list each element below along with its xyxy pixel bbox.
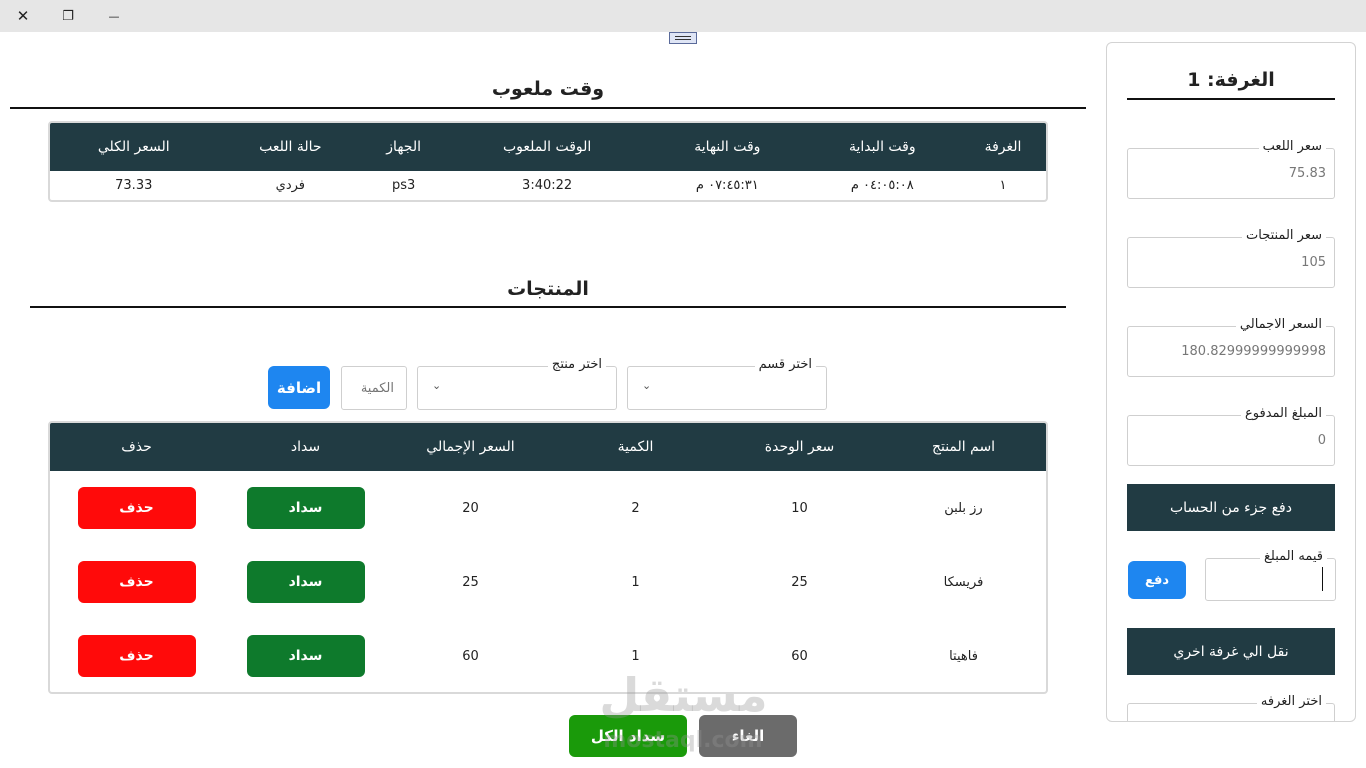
table-row: فاهيتا 60 1 60 سداد حذف (50, 619, 1046, 692)
chevron-down-icon: ⌄ (642, 379, 652, 392)
col-product-name: اسم المنتج (881, 423, 1046, 471)
col-quantity: الكمية (553, 423, 718, 471)
table-row: ١ ٠٤:٠٥:٠٨ م ٠٧:٤٥:٣١ م 3:40:22 ps3 فردي… (50, 171, 1046, 200)
quantity-input[interactable] (341, 366, 407, 410)
transfer-room-button[interactable]: نقل الي غرفة اخري (1127, 628, 1335, 675)
total-price-field[interactable]: السعر الاجمالي 180.82999999999998 (1127, 317, 1335, 377)
paid-amount-value: 0 (1317, 433, 1326, 448)
pay-button[interactable]: سداد (246, 487, 365, 529)
products-table: اسم المنتج سعر الوحدة الكمية السعر الإجم… (48, 421, 1048, 694)
play-price-value: 75.83 (1288, 166, 1326, 181)
pay-amount-button[interactable]: دفع (1128, 561, 1186, 599)
delete-cell: حذف (50, 545, 223, 619)
total-price-value: 180.82999999999998 (1181, 344, 1326, 359)
playtime-title: وقت ملعوب (491, 78, 605, 100)
cell-line-total: 25 (462, 574, 479, 590)
col-device: الجهاز (363, 123, 445, 171)
close-icon[interactable]: ✕ (13, 6, 33, 26)
paid-amount-label: المبلغ المدفوع (1241, 406, 1326, 422)
chevron-down-icon: ⌄ (432, 379, 442, 392)
add-product-button[interactable]: اضافة (268, 366, 330, 409)
cell-product-name: فاهيتا (949, 648, 978, 664)
pay-cell: سداد (223, 471, 388, 545)
choose-room-select[interactable]: اختر الغرفه (1127, 694, 1335, 721)
cell-device: ps3 (391, 178, 416, 193)
total-price-label: السعر الاجمالي (1235, 317, 1326, 333)
cell-product-name: فريسكا (943, 574, 984, 590)
category-select[interactable]: اختر قسم ⌄ (627, 357, 827, 410)
table-row: فريسكا 25 1 25 سداد حذف (50, 545, 1046, 619)
cell-quantity: 2 (631, 500, 640, 516)
products-divider (30, 306, 1066, 308)
product-label: اختر منتج (547, 357, 606, 373)
window-titlebar: ✕ ❐ — (0, 0, 1366, 32)
col-played: الوقت الملعوب (444, 123, 651, 171)
products-title: المنتجات (507, 278, 589, 300)
amount-input[interactable]: قيمه المبلغ (1205, 549, 1336, 601)
room-title-divider (1127, 98, 1335, 100)
cell-quantity: 1 (631, 574, 640, 590)
cell-start: ٠٤:٠٥:٠٨ م (850, 178, 914, 193)
cell-unit-price: 10 (791, 500, 808, 516)
cell-end: ٠٧:٤٥:٣١ م (695, 178, 759, 193)
col-total: السعر الكلي (50, 123, 218, 171)
partial-pay-button[interactable]: دفع جزء من الحساب (1127, 484, 1335, 531)
col-unit-price: سعر الوحدة (718, 423, 881, 471)
cancel-button[interactable]: الغاء (699, 715, 797, 757)
paid-amount-field[interactable]: المبلغ المدفوع 0 (1127, 406, 1335, 466)
play-price-field[interactable]: سعر اللعب 75.83 (1127, 139, 1335, 199)
cell-product-name: رز بلبن (944, 500, 983, 516)
col-delete: حذف (50, 423, 223, 471)
play-price-label: سعر اللعب (1258, 139, 1326, 155)
col-mode: حالة اللعب (217, 123, 364, 171)
pay-button[interactable]: سداد (246, 561, 365, 603)
table-row: رز بلبن 10 2 20 سداد حذف (50, 471, 1046, 545)
delete-cell: حذف (50, 619, 223, 692)
products-price-field[interactable]: سعر المنتجات 105 (1127, 228, 1335, 288)
cell-total: 73.33 (115, 178, 153, 193)
cell-mode: فردي (275, 178, 306, 193)
restore-icon[interactable]: ❐ (58, 6, 78, 26)
pay-cell: سداد (223, 545, 388, 619)
category-label: اختر قسم (754, 357, 816, 373)
pay-all-button[interactable]: سداد الكل (569, 715, 687, 757)
product-select[interactable]: اختر منتج ⌄ (417, 357, 617, 410)
col-end: وقت النهاية (650, 123, 805, 171)
cell-line-total: 20 (462, 500, 479, 516)
drag-handle[interactable] (669, 32, 697, 44)
cell-quantity: 1 (631, 648, 640, 664)
delete-button[interactable]: حذف (77, 635, 196, 677)
playtime-divider (10, 107, 1086, 109)
playtime-table: الغرفة وقت البداية وقت النهاية الوقت الم… (48, 121, 1048, 202)
cell-unit-price: 60 (791, 648, 808, 664)
cell-unit-price: 25 (791, 574, 808, 590)
minimize-icon[interactable]: — (104, 6, 124, 26)
pay-cell: سداد (223, 619, 388, 692)
cell-line-total: 60 (462, 648, 479, 664)
products-price-label: سعر المنتجات (1242, 228, 1326, 244)
delete-cell: حذف (50, 471, 223, 545)
col-room: الغرفة (960, 123, 1046, 171)
delete-button[interactable]: حذف (77, 561, 196, 603)
room-sidebar: الغرفة: 1 سعر اللعب 75.83 سعر المنتجات 1… (1106, 42, 1356, 722)
col-start: وقت البداية (804, 123, 961, 171)
col-pay: سداد (223, 423, 388, 471)
products-price-value: 105 (1301, 255, 1326, 270)
text-cursor (1322, 567, 1323, 591)
pay-button[interactable]: سداد (246, 635, 365, 677)
col-line-total: السعر الإجمالي (388, 423, 553, 471)
cell-played: 3:40:22 (522, 178, 573, 193)
amount-label: قيمه المبلغ (1260, 549, 1327, 565)
choose-room-label: اختر الغرفه (1256, 694, 1326, 710)
cell-room: ١ (999, 178, 1007, 193)
room-title: الغرفة: 1 (1187, 69, 1275, 91)
delete-button[interactable]: حذف (77, 487, 196, 529)
